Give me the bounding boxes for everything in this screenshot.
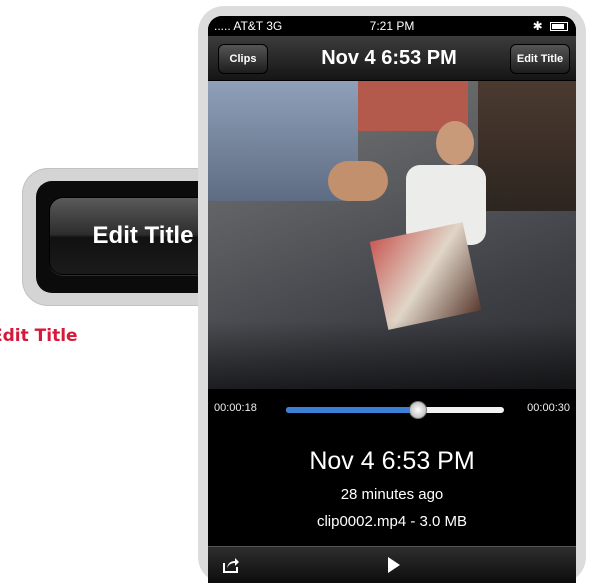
scrubber-fill bbox=[286, 407, 417, 413]
video-figure-arm bbox=[328, 161, 388, 201]
bottom-toolbar bbox=[208, 546, 576, 583]
edit-title-magnified-label: Edit Title bbox=[92, 222, 194, 249]
navigation-bar: Clips Nov 4 6:53 PM Edit Title bbox=[208, 36, 576, 81]
edit-title-button[interactable]: Edit Title bbox=[510, 44, 570, 74]
status-icons: ✱ bbox=[533, 19, 568, 33]
video-child-head bbox=[436, 121, 474, 165]
elapsed-time: 00:00:18 bbox=[214, 402, 257, 414]
clip-file-info: clip0002.mp4 - 3.0 MB bbox=[316, 513, 468, 530]
clip-age: 28 minutes ago bbox=[340, 486, 444, 503]
phone-frame: ..... AT&T 3G 7:21 PM ✱ Clips Nov 4 6:53… bbox=[198, 6, 586, 583]
status-bar: ..... AT&T 3G 7:21 PM ✱ bbox=[208, 16, 576, 36]
total-time: 00:00:30 bbox=[527, 402, 570, 414]
scrubber-thumb[interactable] bbox=[408, 401, 427, 419]
clips-back-button[interactable]: Clips bbox=[218, 44, 268, 74]
callout-caption: Edit Title bbox=[0, 326, 78, 346]
status-time: 7:21 PM bbox=[369, 19, 415, 33]
video-magazine bbox=[369, 222, 482, 330]
video-background-right bbox=[478, 81, 576, 211]
scrubber-track[interactable] bbox=[286, 401, 504, 419]
play-icon[interactable] bbox=[388, 557, 400, 573]
share-icon[interactable] bbox=[222, 556, 240, 574]
battery-icon bbox=[550, 22, 568, 32]
video-frame[interactable] bbox=[208, 81, 576, 389]
playback-controls: 00:00:18 00:00:30 Nov 4 6:53 PM 28 minut… bbox=[208, 389, 576, 583]
nav-title: Nov 4 6:53 PM bbox=[321, 47, 457, 69]
clip-title: Nov 4 6:53 PM bbox=[309, 447, 475, 475]
bluetooth-icon: ✱ bbox=[532, 19, 543, 33]
video-floor-shadow bbox=[208, 321, 576, 389]
phone-screen: ..... AT&T 3G 7:21 PM ✱ Clips Nov 4 6:53… bbox=[208, 16, 576, 583]
